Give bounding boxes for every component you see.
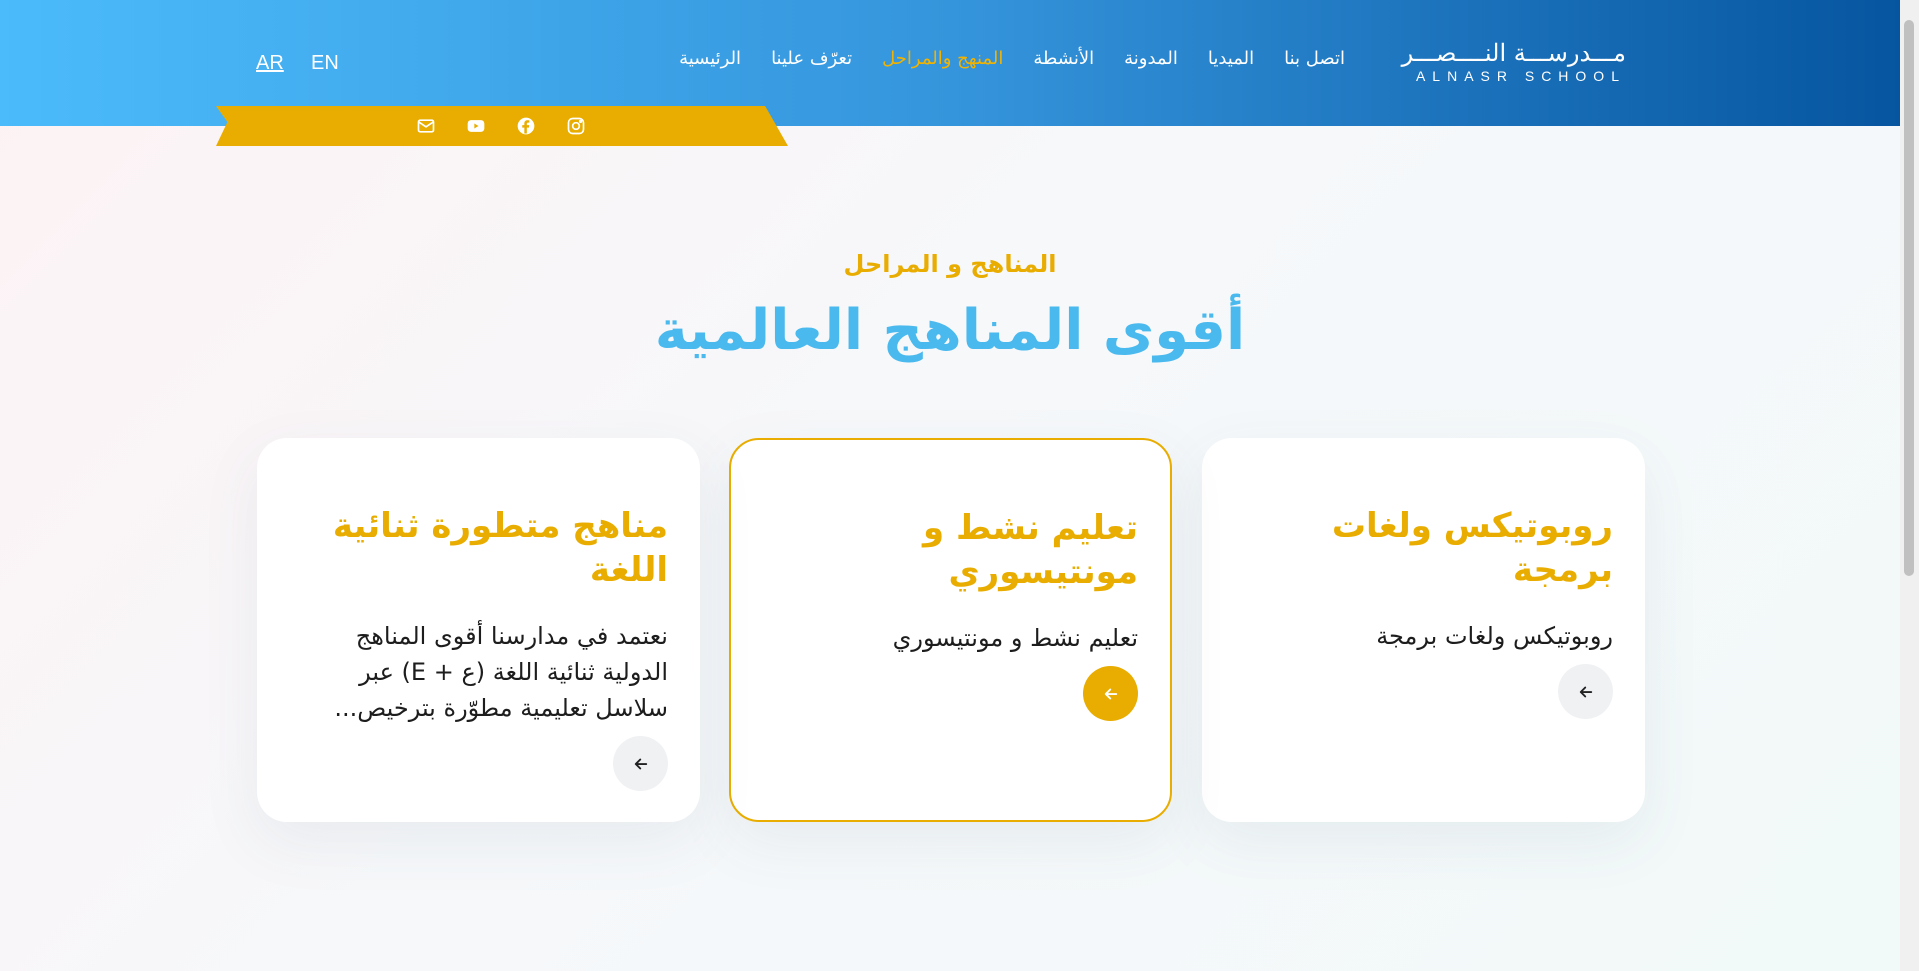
nav-item-activities[interactable]: الأنشطة (1033, 48, 1094, 69)
nav-item-blog[interactable]: المدونة (1124, 48, 1178, 69)
section-eyebrow: المناهج و المراحل (843, 250, 1057, 278)
logo-english-text: ALNASR SCHOOL (1415, 68, 1626, 84)
instagram-icon[interactable] (564, 114, 588, 138)
email-icon[interactable] (414, 114, 438, 138)
nav-item-media[interactable]: الميديا (1208, 48, 1254, 69)
facebook-icon[interactable] (514, 114, 538, 138)
main-nav: الرئيسية تعرّف علينا المنهج والمراحل الأ… (679, 48, 1345, 69)
card-text: نعتمد في مدارسنا أقوى المناهج الدولية ثن… (334, 622, 668, 722)
lang-ar-link[interactable]: AR (256, 52, 284, 75)
card-text: تعليم نشط و مونتيسوري (892, 624, 1138, 652)
card-title: تعليم نشط و مونتيسوري (923, 508, 1138, 592)
nav-item-contact[interactable]: اتصل بنا (1284, 48, 1345, 69)
scrollbar-thumb[interactable] (1904, 20, 1914, 576)
card-text: روبوتيكس ولغات برمجة (1376, 622, 1613, 650)
lang-en-link[interactable]: EN (311, 52, 339, 75)
card-robotics[interactable]: روبوتيكس ولغات برمجة روبوتيكس ولغات برمج… (1202, 438, 1645, 822)
arrow-left-icon (1579, 686, 1592, 697)
card-arrow-button[interactable] (1558, 664, 1613, 719)
card-arrow-button[interactable] (1083, 666, 1138, 721)
nav-item-home[interactable]: الرئيسية (679, 48, 741, 69)
social-links (414, 114, 588, 138)
logo-arabic-text: مـــدرســـة النــــصـــر (1401, 39, 1626, 67)
school-logo[interactable]: مـــدرســـة النــــصـــر ALNASR SCHOOL (1396, 40, 1626, 88)
arrow-left-icon (1104, 688, 1117, 699)
card-title: روبوتيكس ولغات برمجة (1331, 506, 1613, 590)
card-title: مناهج متطورة ثنائية اللغة (332, 506, 668, 590)
card-arrow-button[interactable] (613, 736, 668, 791)
arrow-left-icon (634, 758, 647, 769)
card-montessori[interactable]: تعليم نشط و مونتيسوري تعليم نشط و مونتيس… (729, 438, 1172, 822)
section-headline: أقوى المناهج العالمية (654, 298, 1246, 363)
nav-item-curriculum[interactable]: المنهج والمراحل (882, 48, 1003, 69)
page-scrollbar[interactable] (1900, 0, 1919, 971)
youtube-icon[interactable] (464, 114, 488, 138)
nav-item-about[interactable]: تعرّف علينا (771, 48, 852, 69)
card-bilingual[interactable]: مناهج متطورة ثنائية اللغة نعتمد في مدارس… (257, 438, 700, 822)
